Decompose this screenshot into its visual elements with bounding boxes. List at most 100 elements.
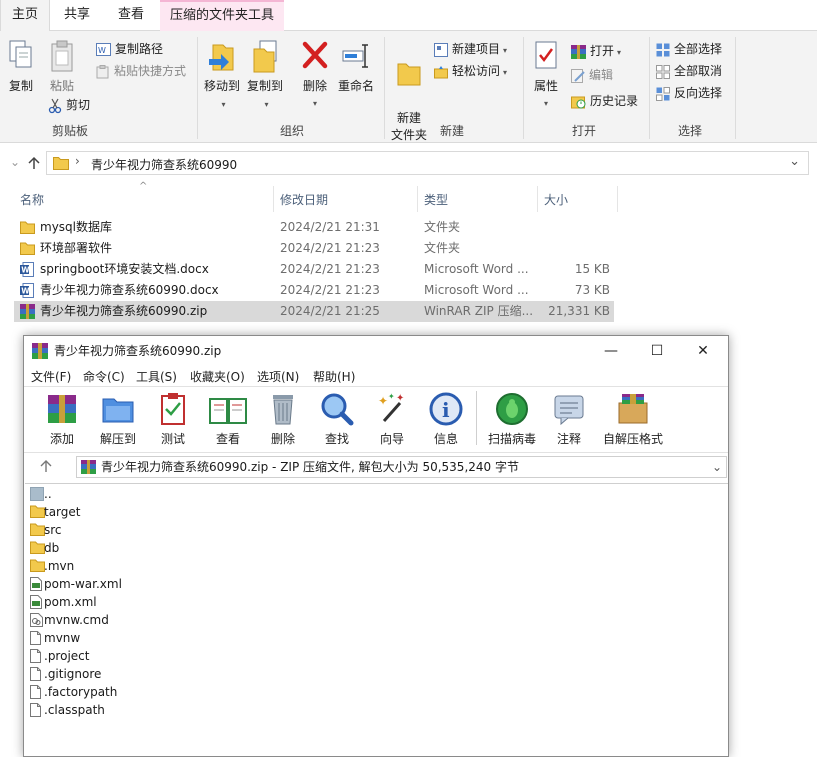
minimize-button[interactable]: — <box>588 336 634 366</box>
new-item-button[interactable]: 新建项目 ▾ <box>434 39 507 59</box>
svg-text:✦: ✦ <box>388 392 395 401</box>
history-button[interactable]: 历史记录 <box>571 91 638 111</box>
file-type: Microsoft Word ... <box>424 262 529 276</box>
file-row[interactable]: mysql数据库 2024/2/21 21:31 文件夹 <box>14 217 614 238</box>
menu-help[interactable]: 帮助(H) <box>313 368 355 385</box>
file-name: springboot环境安装文档.docx <box>40 262 209 276</box>
column-divider[interactable] <box>537 186 538 212</box>
paste-button[interactable]: 粘贴 <box>44 39 80 95</box>
archive-list-item[interactable]: target <box>28 503 228 521</box>
tab-share[interactable]: 共享 <box>52 0 102 31</box>
tab-home[interactable]: 主页 <box>0 0 50 32</box>
info-button[interactable]: i 信息 <box>424 391 468 447</box>
column-divider[interactable] <box>617 186 618 212</box>
archive-list-item[interactable]: .classpath <box>28 701 228 719</box>
select-none-icon <box>656 64 670 79</box>
archive-list-item[interactable]: pom-war.xml <box>28 575 228 593</box>
sort-ascending-icon: ^ <box>139 181 148 192</box>
svg-text:W: W <box>21 266 30 275</box>
new-folder-icon <box>397 63 421 86</box>
archive-item-name: pom.xml <box>44 595 97 609</box>
address-bar[interactable]: › 青少年视力筛查系统60990 ⌄ <box>46 151 809 175</box>
up-arrow-icon[interactable] <box>40 459 52 473</box>
test-button[interactable]: 测试 <box>151 391 195 447</box>
archive-item-name: target <box>44 505 81 519</box>
close-button[interactable]: ✕ <box>680 336 726 366</box>
recent-locations-chevron-icon[interactable]: ⌄ <box>10 155 20 169</box>
archive-list-item[interactable]: src <box>28 521 228 539</box>
archive-list-item[interactable]: mvnw <box>28 629 228 647</box>
virus-scan-icon <box>496 393 528 425</box>
column-header-date[interactable]: 修改日期 <box>280 188 328 212</box>
rename-button[interactable]: 重命名 <box>336 39 376 95</box>
archive-list-item[interactable]: pom.xml <box>28 593 228 611</box>
tab-view[interactable]: 查看 <box>106 0 156 31</box>
rename-icon <box>342 44 368 68</box>
move-to-button[interactable]: 移动到▾ <box>202 39 242 113</box>
menu-commands[interactable]: 命令(C) <box>83 368 125 385</box>
winrar-title-bar[interactable]: 青少年视力筛查系统60990.zip — ☐ ✕ <box>24 336 728 366</box>
extract-to-button[interactable]: 解压到 <box>96 391 140 447</box>
select-all-icon <box>656 43 670 56</box>
menu-favorites[interactable]: 收藏夹(O) <box>190 368 245 385</box>
add-button[interactable]: 添加 <box>40 391 84 447</box>
file-row[interactable]: W 青少年视力筛查系统60990.docx 2024/2/21 21:23 Micro… <box>14 280 614 301</box>
sfx-button[interactable]: 自解压格式 <box>600 391 666 447</box>
file-row[interactable]: 青少年视力筛查系统60990.zip 2024/2/21 21:25 WinRAR … <box>14 301 614 322</box>
column-header-size[interactable]: 大小 <box>544 188 568 212</box>
file-date: 2024/2/21 21:23 <box>280 283 380 297</box>
column-divider[interactable] <box>273 186 274 212</box>
maximize-button[interactable]: ☐ <box>634 336 680 366</box>
invert-selection-button[interactable]: 反向选择 <box>656 83 722 103</box>
wizard-button[interactable]: ✦ ✦ ✦ 向导 <box>370 391 414 447</box>
file-icon <box>30 703 41 722</box>
file-type: 文件夹 <box>424 220 461 234</box>
menu-tools[interactable]: 工具(S) <box>136 368 177 385</box>
paste-shortcut-button[interactable]: 粘贴快捷方式 <box>96 61 186 81</box>
easy-access-button[interactable]: 轻松访问 ▾ <box>434 61 507 81</box>
menu-file[interactable]: 文件(F) <box>31 368 71 385</box>
cut-button[interactable]: 剪切 <box>48 95 90 115</box>
archive-list-item[interactable]: .project <box>28 647 228 665</box>
archive-item-name: .gitignore <box>44 667 102 681</box>
copy-to-button[interactable]: 复制到▾ <box>244 39 286 113</box>
copy-path-button[interactable]: W 复制路径 <box>96 39 163 59</box>
find-button[interactable]: 查找 <box>315 391 359 447</box>
archive-list-item[interactable]: .factorypath <box>28 683 228 701</box>
delete-button[interactable]: 删除 ▾ <box>298 39 332 112</box>
tab-compressed-folder-tools[interactable]: 压缩的文件夹工具 <box>160 0 284 31</box>
delete-button[interactable]: 删除 <box>261 391 305 447</box>
path-dropdown-chevron-icon[interactable]: ⌄ <box>712 457 722 477</box>
winrar-toolbar: 添加 解压到 测试 查看 删除 查找 ✦ ✦ ✦ 向导 i 信息 扫描病毒 注释… <box>24 386 728 450</box>
column-header-name[interactable]: 名称 <box>20 188 44 212</box>
view-button[interactable]: 查看 <box>204 391 252 447</box>
copy-button[interactable]: 复制 <box>4 39 38 95</box>
column-header-type[interactable]: 类型 <box>424 188 448 212</box>
up-arrow-icon[interactable] <box>27 156 41 170</box>
scan-virus-button[interactable]: 扫描病毒 <box>484 391 540 447</box>
archive-list-item[interactable]: mvnw.cmd <box>28 611 228 629</box>
properties-button[interactable]: 属性 ▾ <box>528 39 564 112</box>
archive-list-item[interactable]: .gitignore <box>28 665 228 683</box>
archive-list-item[interactable]: db <box>28 539 228 557</box>
archive-path-field[interactable]: 青少年视力筛查系统60990.zip - ZIP 压缩文件, 解包大小为 50,… <box>76 456 727 478</box>
file-row[interactable]: Wspringboot环境安装文档.docx 2024/2/21 21:23 Mic… <box>14 259 614 280</box>
column-divider[interactable] <box>417 186 418 212</box>
address-dropdown-chevron-icon[interactable]: ⌄ <box>789 154 800 169</box>
select-none-button[interactable]: 全部取消 <box>656 61 722 81</box>
new-item-icon <box>434 42 448 57</box>
menu-options[interactable]: 选项(N) <box>257 368 299 385</box>
file-size: 21,331 KB <box>548 304 610 318</box>
archive-list-item[interactable]: .. <box>28 485 228 503</box>
breadcrumb-current-folder[interactable]: 青少年视力筛查系统60990 <box>91 156 237 173</box>
open-button[interactable]: 打开 ▾ <box>571 41 621 61</box>
edit-button[interactable]: 编辑 <box>571 65 613 85</box>
comment-button[interactable]: 注释 <box>547 391 591 447</box>
file-row[interactable]: 环境部署软件 2024/2/21 21:23 文件夹 <box>14 238 614 259</box>
file-type: 文件夹 <box>424 241 461 255</box>
test-clipboard-icon <box>161 393 185 425</box>
select-all-button[interactable]: 全部选择 <box>656 39 722 59</box>
archive-list-item[interactable]: .mvn <box>28 557 228 575</box>
winrar-window: 青少年视力筛查系统60990.zip — ☐ ✕ 文件(F) 命令(C) 工具(… <box>23 335 729 757</box>
ribbon-divider <box>649 37 650 139</box>
